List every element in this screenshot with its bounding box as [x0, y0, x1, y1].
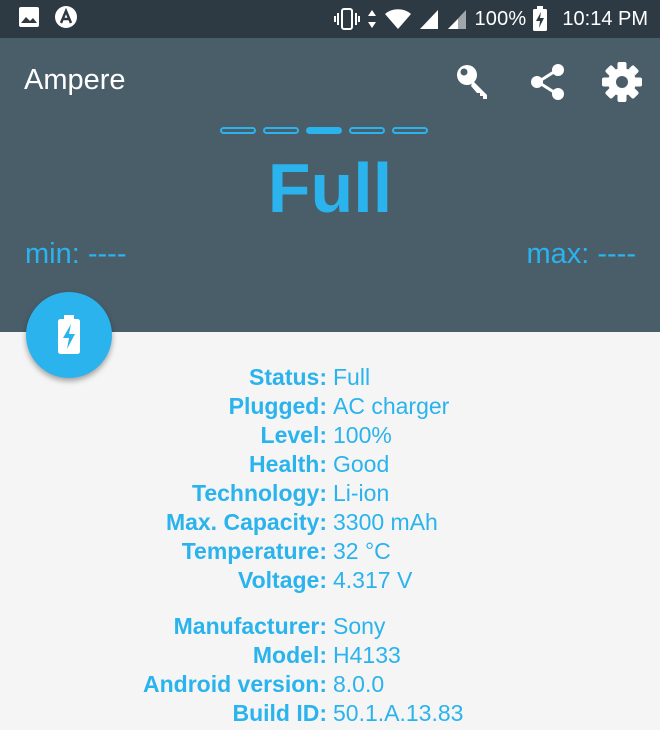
page-dot-5[interactable] — [392, 127, 428, 134]
info-value: Li-ion — [333, 480, 390, 506]
app-notification-icon — [54, 5, 78, 34]
info-row-max-capacity: Max. Capacity: 3300 mAh — [0, 508, 660, 537]
wifi-icon — [384, 7, 412, 31]
info-key: Status: — [249, 364, 327, 390]
vibrate-icon — [334, 7, 361, 31]
page-dot-3-active[interactable] — [306, 127, 342, 134]
info-key: Max. Capacity: — [165, 509, 327, 535]
info-value: 3300 mAh — [333, 509, 438, 535]
image-notification-icon — [18, 6, 40, 33]
info-key: Technology: — [191, 480, 327, 506]
info-row-level: Level: 100% — [0, 421, 660, 450]
clock: 10:14 PM — [562, 7, 648, 30]
info-row-model: Model: H4133 — [0, 641, 660, 670]
info-value: 32 °C — [333, 538, 391, 564]
status-left-icons — [18, 5, 78, 34]
min-current-label: min: ---- — [25, 238, 127, 270]
info-key: Temperature: — [181, 538, 327, 564]
info-value: 8.0.0 — [333, 671, 385, 697]
info-row-technology: Technology: Li-ion — [0, 479, 660, 508]
page-dot-1[interactable] — [220, 127, 256, 134]
battery-charging-icon — [532, 6, 548, 32]
battery-status-large: Full — [267, 149, 393, 227]
info-value: Sony — [333, 613, 386, 639]
info-value: AC charger — [333, 393, 450, 419]
status-right-icons: 100% 10:14 PM — [334, 0, 648, 38]
status-bar: 100% 10:14 PM — [0, 0, 660, 38]
info-row-android-version: Android version: 8.0.0 — [0, 670, 660, 699]
info-key: Plugged: — [228, 393, 327, 419]
info-row-status: Status: Full — [0, 363, 660, 392]
key-button[interactable] — [450, 58, 498, 106]
share-icon — [531, 64, 564, 100]
info-row-health: Health: Good — [0, 450, 660, 479]
battery-percent: 100% — [474, 7, 527, 30]
signal-icon-2 — [446, 7, 468, 31]
info-value: H4133 — [333, 642, 401, 668]
info-value: 4.317 V — [333, 567, 413, 593]
info-value: 100% — [333, 422, 392, 448]
settings-button[interactable] — [598, 58, 646, 106]
app-bar: Ampere Full min: ---- max: ---- — [0, 38, 660, 332]
info-value: 50.1.A.13.83 — [333, 700, 464, 726]
info-value: Good — [333, 451, 390, 477]
page-indicator — [220, 127, 428, 134]
info-key: Voltage: — [237, 567, 327, 593]
battery-charging-icon — [58, 315, 80, 354]
share-button[interactable] — [524, 58, 572, 106]
page-dot-4[interactable] — [349, 127, 385, 134]
signal-icon — [418, 7, 440, 31]
app-title: Ampere — [24, 64, 126, 96]
info-key: Android version: — [142, 671, 327, 697]
info-row-build-id: Build ID: 50.1.A.13.83 — [0, 699, 660, 728]
max-current-label: max: ---- — [526, 238, 636, 270]
data-arrows-icon — [366, 7, 378, 31]
info-row-plugged: Plugged: AC charger — [0, 392, 660, 421]
info-row-manufacturer: Manufacturer: Sony — [0, 612, 660, 641]
info-key: Health: — [249, 451, 327, 477]
page-dot-2[interactable] — [263, 127, 299, 134]
info-key: Manufacturer: — [173, 613, 327, 639]
info-key: Model: — [252, 642, 327, 668]
info-key: Level: — [260, 422, 327, 448]
settings-gear-icon — [602, 62, 642, 102]
key-icon — [457, 65, 487, 99]
info-key: Build ID: — [232, 700, 327, 726]
info-value: Full — [333, 364, 371, 390]
info-row-temperature: Temperature: 32 °C — [0, 537, 660, 566]
battery-info-table: Status: Full Plugged: AC charger Level: … — [0, 363, 660, 728]
info-row-voltage: Voltage: 4.317 V — [0, 566, 660, 595]
